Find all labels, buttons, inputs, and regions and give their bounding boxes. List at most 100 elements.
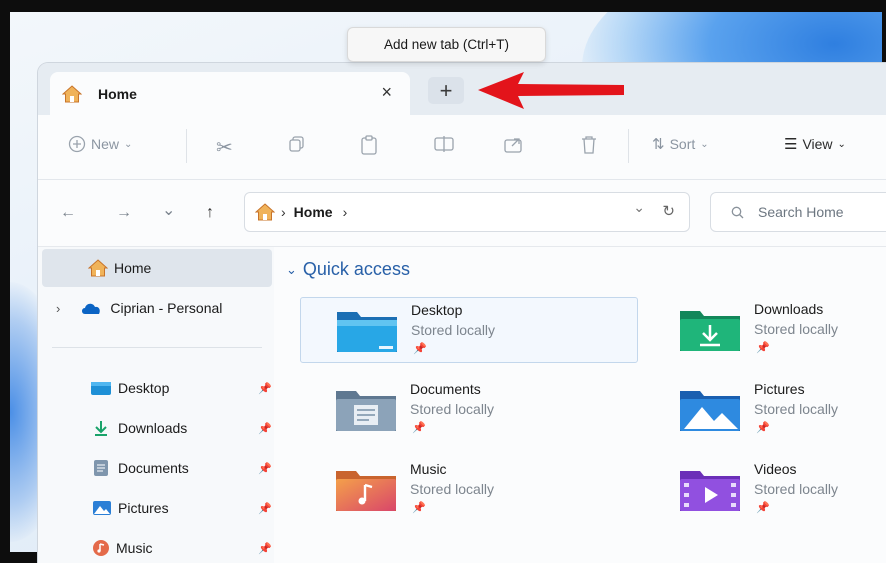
trash-icon [580, 135, 598, 155]
sidebar-item-music[interactable]: Music 📌 [42, 529, 272, 563]
view-label: View [802, 136, 833, 152]
cloud-icon [80, 301, 102, 315]
forward-arrow-icon[interactable]: → [116, 204, 132, 222]
pin-icon: 📌 [756, 422, 770, 434]
red-arrow-annotation [478, 72, 624, 109]
downloads-folder-icon [678, 307, 742, 353]
sidebar-item-label: Documents [118, 460, 189, 476]
folder-status: Stored locally [411, 322, 496, 338]
folder-card-documents[interactable]: Documents Stored locally 📌 [300, 377, 636, 441]
sidebar-item-downloads[interactable]: Downloads 📌 [42, 409, 272, 447]
refresh-icon[interactable]: ↻ [662, 202, 675, 220]
view-icon: ☰ [784, 136, 798, 153]
quick-access-header[interactable]: ⌄ Quick access [286, 259, 410, 280]
chevron-down-icon: ⌄ [837, 138, 846, 150]
address-bar[interactable]: › Home › ⌄ ↻ [244, 192, 690, 232]
chevron-down-icon: ⌄ [124, 138, 133, 150]
navigation-bar: ← → ⌄ ↑ › Home › ⌄ ↻ Search Home [38, 180, 886, 247]
new-button[interactable]: New ⌄ [68, 135, 132, 153]
scissors-icon: ✂ [216, 137, 233, 159]
divider [186, 129, 187, 163]
breadcrumb-home[interactable]: Home [294, 204, 333, 220]
pictures-folder-icon [678, 387, 742, 433]
tab-home[interactable]: Home × [50, 72, 410, 115]
folder-card-videos[interactable]: Videos Stored locally 📌 [644, 457, 886, 521]
view-button[interactable]: ☰ View ⌄ [784, 135, 846, 153]
pin-icon: 📌 [756, 342, 770, 354]
folder-card-downloads[interactable]: Downloads Stored locally 📌 [644, 297, 886, 361]
title-bar: Home × + [38, 63, 886, 115]
folder-status: Stored locally [754, 481, 839, 497]
new-tab-button[interactable]: + [428, 77, 464, 104]
music-icon [92, 539, 110, 557]
copy-icon [288, 135, 306, 153]
sidebar-item-desktop[interactable]: Desktop 📌 [42, 369, 272, 407]
pin-icon: 📌 [412, 502, 426, 514]
delete-button[interactable] [580, 135, 598, 155]
home-icon [255, 203, 275, 221]
pin-icon: 📌 [412, 422, 426, 434]
folder-name: Desktop [411, 302, 463, 318]
documents-folder-icon [334, 387, 398, 433]
sidebar-item-label: Desktop [118, 380, 170, 396]
search-icon [731, 206, 744, 219]
pin-icon: 📌 [756, 502, 770, 514]
sidebar-item-onedrive[interactable]: › Ciprian - Personal [42, 289, 222, 327]
folder-status: Stored locally [410, 401, 495, 417]
chevron-down-icon: ⌄ [286, 261, 297, 277]
sidebar-item-label: Pictures [118, 500, 169, 516]
chevron-down-icon: ⌄ [700, 138, 709, 150]
desktop-folder-icon [335, 308, 399, 354]
folder-card-desktop[interactable]: Desktop Stored locally 📌 [300, 297, 638, 363]
folder-name: Downloads [754, 301, 824, 317]
recent-locations-icon[interactable]: ⌄ [162, 200, 175, 220]
folder-card-pictures[interactable]: Pictures Stored locally 📌 [644, 377, 886, 441]
folder-status: Stored locally [754, 401, 839, 417]
pin-icon: 📌 [258, 422, 272, 435]
chevron-down-icon[interactable]: ⌄ [633, 199, 645, 216]
sort-icon: ⇅ [652, 136, 665, 153]
pictures-icon [92, 500, 112, 516]
folder-name: Music [410, 461, 447, 477]
videos-folder-icon [678, 467, 742, 513]
folder-name: Videos [754, 461, 797, 477]
sidebar-item-documents[interactable]: Documents 📌 [42, 449, 272, 487]
sidebar-item-home[interactable]: Home [42, 249, 272, 287]
folder-status: Stored locally [754, 321, 839, 337]
navigation-pane: Home › Ciprian - Personal Desktop 📌 Down… [38, 247, 274, 563]
back-arrow-icon[interactable]: ← [60, 204, 76, 222]
search-box[interactable]: Search Home [710, 192, 886, 232]
desktop-folder-icon [90, 380, 112, 396]
home-icon [88, 259, 108, 277]
plus-circle-icon [68, 135, 86, 153]
pin-icon: 📌 [258, 382, 272, 395]
folder-name: Pictures [754, 381, 805, 397]
share-button[interactable] [504, 135, 524, 153]
rename-icon [434, 135, 454, 153]
up-arrow-icon[interactable]: ↑ [206, 204, 214, 222]
close-icon[interactable]: × [381, 82, 392, 103]
copy-button[interactable] [288, 135, 306, 153]
folder-card-music[interactable]: Music Stored locally 📌 [300, 457, 636, 521]
breadcrumb-separator: › [281, 204, 286, 220]
sidebar-item-label: Home [114, 260, 152, 276]
home-icon [62, 84, 84, 104]
documents-icon [92, 459, 110, 477]
breadcrumb-separator: › [342, 204, 348, 220]
cut-button[interactable]: ✂ [216, 135, 233, 160]
rename-button[interactable] [434, 135, 454, 153]
divider [628, 129, 629, 163]
main-content: ⌄ Quick access Desktop Stored locally 📌 … [274, 247, 886, 563]
section-title: Quick access [302, 259, 410, 279]
new-label: New [91, 136, 120, 152]
new-tab-tooltip: Add new tab (Ctrl+T) [347, 27, 546, 62]
pin-icon: 📌 [258, 542, 272, 555]
command-bar: New ⌄ ✂ ⇅ Sort ⌄ ☰ View ⌄ [38, 115, 886, 180]
paste-button[interactable] [360, 135, 378, 155]
sidebar-item-pictures[interactable]: Pictures 📌 [42, 489, 272, 527]
clipboard-icon [360, 135, 378, 155]
sidebar-item-label: Music [116, 540, 153, 556]
share-icon [504, 135, 524, 153]
sidebar-item-label: Downloads [118, 420, 188, 436]
sort-button[interactable]: ⇅ Sort ⌄ [652, 135, 709, 153]
